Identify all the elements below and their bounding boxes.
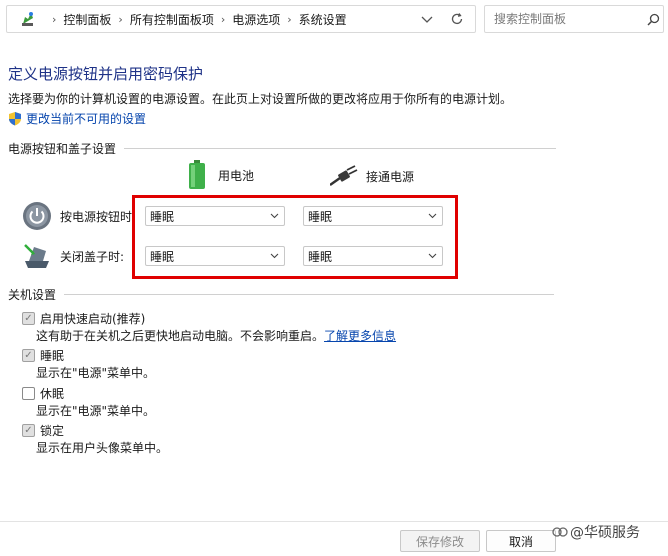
battery-column-label: 用电池: [218, 168, 255, 183]
fast-startup-label: 启用快速启动(推荐): [40, 312, 146, 326]
breadcrumb-control-panel[interactable]: 控制面板: [63, 11, 111, 28]
power-button-icon: [23, 202, 51, 230]
power-section-heading-text: 电源按钮和盖子设置: [8, 142, 117, 156]
section-divider: [124, 148, 557, 149]
breadcrumb-separator: ›: [118, 12, 123, 26]
hibernate-label: 休眠: [40, 387, 65, 401]
search-input[interactable]: [492, 11, 643, 27]
sleep-label: 睡眠: [40, 349, 65, 363]
battery-icon: [189, 160, 205, 189]
cancel-button[interactable]: 取消: [486, 530, 556, 552]
section-divider: [64, 294, 555, 295]
lid-close-row-label: 关闭盖子时:: [22, 241, 124, 271]
shutdown-section-heading-text: 关机设置: [8, 288, 57, 302]
change-settings-link-row[interactable]: 更改当前不可用的设置: [8, 110, 146, 127]
shutdown-section-heading: 关机设置: [8, 286, 555, 303]
learn-more-link[interactable]: 了解更多信息: [324, 329, 396, 343]
breadcrumb-system-settings[interactable]: 系统设置: [299, 11, 347, 28]
plugged-column-label: 接通电源: [366, 169, 415, 184]
lock-checkbox[interactable]: ✓: [22, 424, 35, 437]
fast-startup-checkbox[interactable]: ✓: [22, 312, 35, 325]
plugged-column-header: 接通电源: [330, 165, 414, 187]
hibernate-checkbox-row[interactable]: 休眠: [22, 385, 64, 402]
sleep-description: 显示在"电源"菜单中。: [36, 366, 156, 380]
breadcrumb-separator: ›: [220, 12, 226, 26]
address-bar[interactable]: › 控制面板 › 所有控制面板项 › 电源选项 › 系统设置: [6, 5, 476, 33]
power-plug-icon: [330, 165, 358, 187]
lid-close-label: 关闭盖子时:: [60, 249, 125, 264]
search-box[interactable]: [484, 5, 664, 33]
breadcrumb-power-options[interactable]: 电源选项: [232, 11, 280, 28]
power-button-label: 按电源按钮时:: [60, 209, 137, 224]
search-icon[interactable]: [643, 13, 663, 26]
watermark-text: @华硕服务: [570, 525, 640, 541]
page-description: 选择要为你的计算机设置的电源设置。在此页上对设置所做的更改将应用于你所有的电源计…: [8, 92, 513, 106]
fast-startup-checkbox-row[interactable]: ✓ 启用快速启动(推荐): [22, 310, 145, 327]
uac-shield-icon: [9, 112, 21, 126]
checkmark-icon: ✓: [24, 424, 33, 436]
refresh-icon: [451, 13, 463, 25]
hibernate-description: 显示在"电源"菜单中。: [36, 404, 156, 418]
page-title: 定义电源按钮并启用密码保护: [8, 65, 204, 83]
breadcrumb-separator: ›: [52, 12, 57, 26]
power-section-heading: 电源按钮和盖子设置: [8, 140, 557, 157]
lock-description: 显示在用户头像菜单中。: [36, 441, 169, 455]
fast-startup-description-text: 这有助于在关机之后更快地启动电脑。不会影响重启。: [36, 329, 325, 343]
hibernate-checkbox[interactable]: [22, 387, 35, 400]
chevron-down-icon: [421, 16, 433, 23]
control-panel-icon: [22, 12, 33, 26]
watermark: @华硕服务: [552, 522, 640, 542]
save-changes-button[interactable]: 保存修改: [400, 530, 480, 552]
fast-startup-description: 这有助于在关机之后更快地启动电脑。不会影响重启。了解更多信息: [36, 327, 396, 344]
breadcrumb-all-items[interactable]: 所有控制面板项: [130, 11, 214, 28]
watermark-logo-icon: [552, 527, 568, 537]
checkmark-icon: ✓: [24, 312, 33, 324]
laptop-lid-icon: [24, 244, 49, 268]
checkmark-icon: ✓: [24, 349, 33, 361]
refresh-button[interactable]: [445, 7, 469, 31]
history-dropdown-button[interactable]: [415, 7, 439, 31]
power-button-row-label: 按电源按钮时:: [22, 201, 136, 231]
lock-checkbox-row[interactable]: ✓ 锁定: [22, 422, 64, 439]
sleep-checkbox[interactable]: ✓: [22, 349, 35, 362]
breadcrumb-separator: ›: [287, 12, 292, 26]
battery-column-header: 用电池: [188, 160, 254, 190]
highlight-box: [132, 195, 458, 279]
sleep-checkbox-row[interactable]: ✓ 睡眠: [22, 347, 64, 364]
lock-label: 锁定: [40, 424, 65, 438]
change-unavailable-settings-link[interactable]: 更改当前不可用的设置: [26, 110, 146, 127]
